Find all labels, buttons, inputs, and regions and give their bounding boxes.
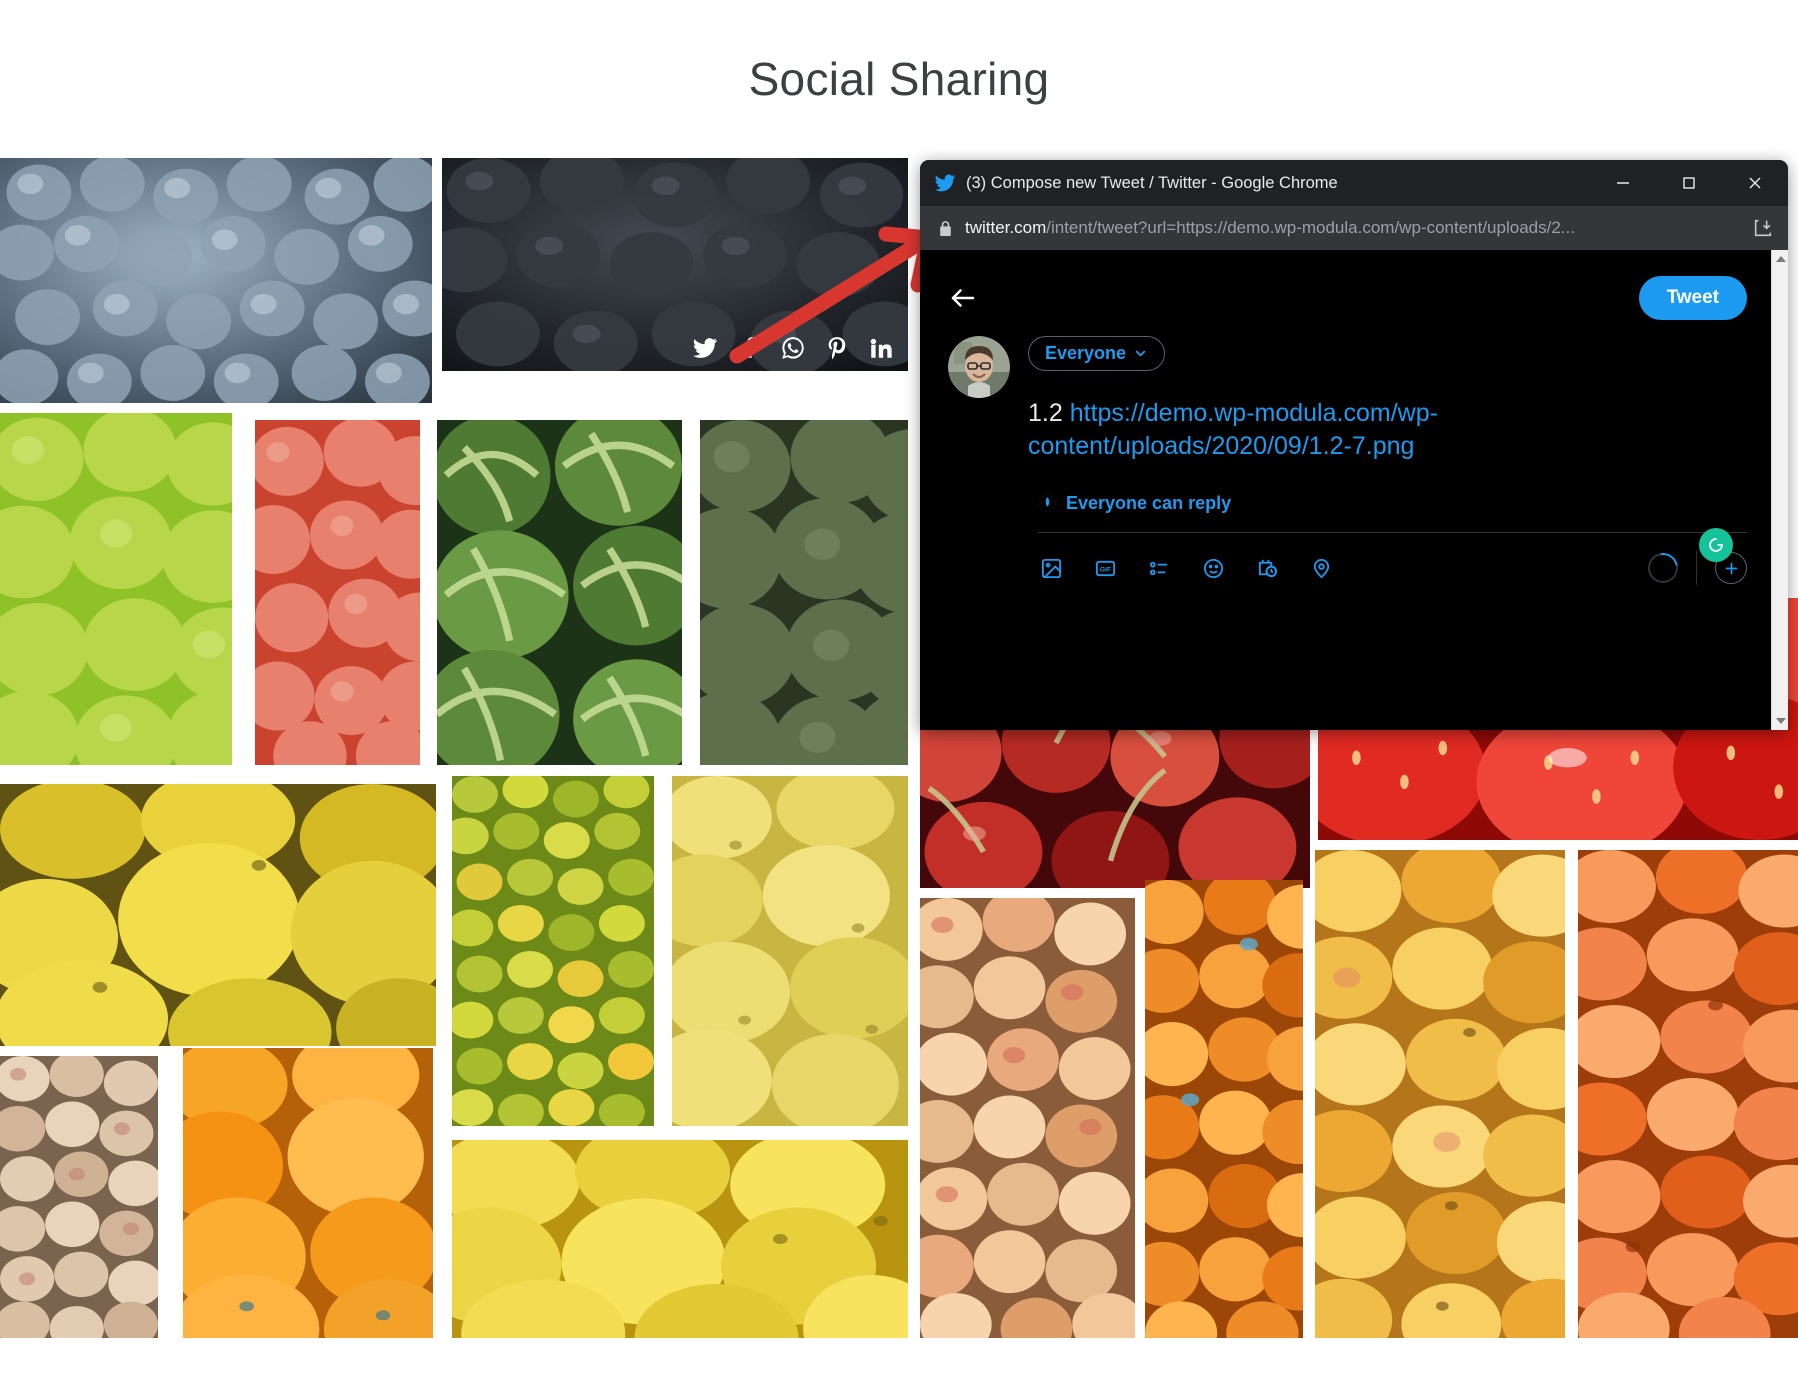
tile-image-apples-red	[255, 420, 420, 765]
twitter-content: Tweet Everyone 1.2 https://demo.wp-modul…	[920, 250, 1771, 730]
tile-image-apricots-pale	[920, 898, 1135, 1338]
facebook-icon[interactable]	[736, 335, 762, 361]
toolbar-separator	[1696, 551, 1697, 585]
gallery-tile[interactable]	[0, 1056, 158, 1338]
tile-image-watermelons	[437, 420, 682, 765]
gallery-tile[interactable]	[0, 158, 432, 403]
tweet-prefix: 1.2	[1028, 399, 1063, 427]
gif-icon[interactable]: GIF	[1086, 549, 1124, 587]
gallery-tile[interactable]	[255, 420, 420, 765]
twitter-compose-page: Tweet Everyone 1.2 https://demo.wp-modul…	[920, 250, 1788, 730]
chevron-down-icon	[1135, 350, 1146, 357]
window-title: (3) Compose new Tweet / Twitter - Google…	[966, 173, 1338, 192]
gallery-tile[interactable]	[672, 776, 908, 1126]
toolbar-right	[1642, 547, 1747, 589]
gallery-tile[interactable]	[437, 420, 682, 765]
tile-image-peaches-pale	[0, 1056, 158, 1338]
tile-image-limes	[0, 413, 232, 765]
globe-icon	[1039, 495, 1056, 512]
chrome-browser-window[interactable]: (3) Compose new Tweet / Twitter - Google…	[920, 160, 1788, 730]
page-scrollbar[interactable]	[1771, 250, 1788, 730]
whatsapp-icon[interactable]	[780, 335, 806, 361]
tile-image-oranges-small	[1145, 880, 1303, 1338]
pinterest-icon[interactable]	[824, 335, 850, 361]
schedule-icon[interactable]	[1248, 549, 1286, 587]
window-titlebar: (3) Compose new Tweet / Twitter - Google…	[920, 160, 1788, 206]
tile-image-limes-pile	[452, 776, 654, 1126]
avatar[interactable]	[948, 336, 1010, 398]
tweet-button[interactable]: Tweet	[1638, 276, 1747, 320]
location-icon[interactable]	[1302, 549, 1340, 587]
gallery-tile[interactable]	[183, 1048, 433, 1338]
compose-toolbar: GIF	[920, 533, 1771, 589]
toolbar-icons: GIF	[1032, 549, 1340, 587]
tile-image-lemons-large	[0, 784, 436, 1046]
tile-image-lemons-wide	[452, 1140, 908, 1338]
scroll-down-arrow-icon[interactable]	[1772, 712, 1788, 730]
tile-image-oranges-bright	[183, 1048, 433, 1338]
scroll-up-arrow-icon[interactable]	[1772, 250, 1788, 268]
grammarly-icon[interactable]	[1699, 528, 1733, 562]
tile-image-lemons-pale	[672, 776, 908, 1126]
address-bar-text[interactable]: twitter.com/intent/tweet?url=https://dem…	[965, 218, 1740, 238]
gallery-tile[interactable]	[1145, 880, 1303, 1338]
audience-selector[interactable]: Everyone	[1028, 336, 1166, 371]
compose-topbar: Tweet	[920, 266, 1771, 324]
audience-label: Everyone	[1045, 343, 1127, 363]
gallery-tile[interactable]	[452, 1140, 908, 1338]
tweet-link: https://demo.wp-modula.com/wp-content/up…	[1028, 399, 1438, 460]
gallery-tile[interactable]	[920, 898, 1135, 1338]
gallery-tile[interactable]	[452, 776, 654, 1126]
install-page-icon[interactable]	[1752, 217, 1774, 239]
compose-row: Everyone 1.2 https://demo.wp-modula.com/…	[920, 324, 1771, 463]
tweet-text[interactable]: 1.2 https://demo.wp-modula.com/wp-conten…	[1028, 397, 1747, 463]
url-path: /intent/tweet?url=https://demo.wp-modula…	[1046, 218, 1575, 237]
tile-image-apricots-yellow	[1315, 850, 1565, 1338]
url-host: twitter.com	[965, 218, 1047, 237]
gallery-tile[interactable]	[0, 413, 232, 765]
twitter-icon[interactable]	[692, 335, 718, 361]
character-count-ring	[1642, 547, 1684, 589]
close-button[interactable]	[1722, 160, 1788, 206]
tile-image-green-melons	[700, 420, 908, 765]
twitter-bird-icon	[934, 174, 956, 192]
reply-setting-label: Everyone can reply	[1066, 493, 1232, 513]
linkedin-icon[interactable]	[868, 335, 894, 361]
svg-text:GIF: GIF	[1099, 566, 1110, 573]
gallery-tile[interactable]	[1315, 850, 1565, 1338]
back-arrow-icon[interactable]	[948, 283, 978, 313]
minimize-button[interactable]	[1590, 160, 1656, 206]
page-title: Social Sharing	[748, 53, 1050, 105]
omnibox[interactable]: twitter.com/intent/tweet?url=https://dem…	[920, 206, 1788, 250]
tile-image-tangerines	[1578, 850, 1798, 1338]
social-share-bar[interactable]	[692, 335, 894, 361]
maximize-button[interactable]	[1656, 160, 1722, 206]
emoji-icon[interactable]	[1194, 549, 1232, 587]
avatar-photo	[948, 336, 1010, 398]
gallery-tile[interactable]	[442, 158, 908, 371]
lock-icon	[938, 220, 953, 237]
media-icon[interactable]	[1032, 549, 1070, 587]
reply-setting[interactable]: Everyone can reply	[920, 463, 1771, 514]
window-controls	[1590, 160, 1788, 206]
compose-column: Everyone 1.2 https://demo.wp-modula.com/…	[1028, 336, 1747, 463]
gallery-tile[interactable]	[0, 784, 436, 1046]
poll-icon[interactable]	[1140, 549, 1178, 587]
gallery-tile[interactable]	[700, 420, 908, 765]
gallery-tile[interactable]	[1578, 850, 1798, 1338]
tile-image-blueberries-light	[0, 158, 432, 403]
